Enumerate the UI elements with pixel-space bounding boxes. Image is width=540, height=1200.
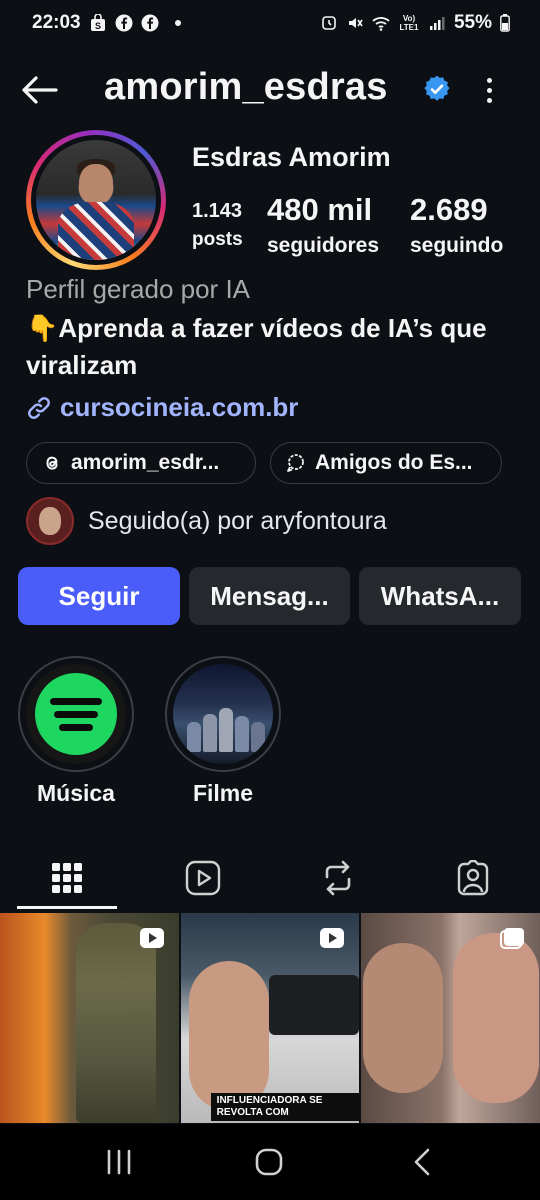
profile-bio: 👇Aprenda a fazer vídeos de IA’s que vira… [26,313,487,380]
system-back-button[interactable] [392,1138,452,1186]
facebook-icon [141,14,159,32]
friends-chip-label: Amigos do Es... [315,451,473,474]
reels-icon [185,860,221,896]
link-icon [28,396,50,419]
follower-avatar [26,497,74,545]
home-button[interactable] [239,1138,299,1186]
status-time: 22:03 [32,12,81,33]
whatsapp-button[interactable]: WhatsA... [359,567,521,625]
tagged-person-icon [457,860,489,896]
highlight-label: Música [37,780,115,806]
chat-bubble-icon [287,454,304,472]
avatar-photo [36,140,156,260]
followed-by-text: Seguido(a) por aryfontoura [88,506,387,535]
profile-avatar[interactable] [26,130,166,270]
system-nav-bar [0,1124,540,1200]
active-tab-indicator [17,906,117,909]
followed-by-row[interactable]: Seguido(a) por aryfontoura [26,496,387,546]
wifi-icon [372,17,390,31]
posts-label: posts [192,229,243,250]
grid-icon [52,863,82,893]
reel-icon [320,928,345,948]
battery-icon [500,14,510,32]
threads-chip[interactable]: amorim_esdr... [26,442,256,484]
mute-icon [348,18,363,28]
posts-count: 1.143 [192,200,243,222]
reel-icon [139,928,164,948]
home-icon [255,1148,283,1176]
battery-percent: 55% [453,12,492,33]
following-count: 2.689 [410,192,488,227]
profile-full-name: Esdras Amorim [192,142,391,172]
spotify-icon [35,673,117,755]
ai-generated-label: Perfil gerado por IA [26,274,251,304]
recent-apps-button[interactable] [89,1138,149,1186]
profile-username: amorim_esdras [104,66,388,108]
threads-icon [46,456,58,470]
chevron-left-icon [414,1148,430,1176]
followers-count: 480 mil [267,192,373,227]
highlight-film[interactable]: Filme [165,656,281,807]
post-thumbnail[interactable]: INFLUENCIADORA SE REVOLTA COM [180,913,360,1123]
post-caption: INFLUENCIADORA SE REVOLTA COM [210,1093,360,1121]
tab-tagged[interactable] [423,846,523,910]
friends-chip[interactable]: Amigos do Es... [270,442,502,484]
tab-reels[interactable] [153,846,253,910]
network-type: Vo) LTE1 [399,14,419,32]
signal-icon [429,17,445,30]
more-vertical-icon [486,77,492,83]
alarm-icon [322,16,336,30]
threads-chip-label: amorim_esdr... [71,451,220,474]
follow-button[interactable]: Seguir [18,567,180,625]
profile-tabs [0,846,540,910]
profile-link-text[interactable]: cursocineia.com.br [60,392,298,423]
arrow-left-icon [22,76,58,104]
recents-icon [107,1149,131,1175]
carousel-icon [500,928,525,949]
repost-icon [325,860,351,896]
film-poster [173,664,273,764]
followers-label: seguidores [267,234,380,257]
notification-dot-icon [174,20,181,26]
profile-link[interactable]: cursocineia.com.br [26,392,298,423]
tab-posts-grid[interactable] [17,846,117,910]
followers-stat[interactable]: 480 mil seguidores [267,192,379,258]
posts-grid: INFLUENCIADORA SE REVOLTA COM [0,913,540,1123]
highlight-label: Filme [192,780,254,806]
tab-reposts[interactable] [288,846,388,910]
profile-header: amorim_esdras [0,62,540,118]
posts-stat[interactable]: 1.143 posts [192,192,243,251]
more-options-button[interactable] [474,70,504,110]
facebook-icon [115,14,133,32]
following-stat[interactable]: 2.689 seguindo [410,192,503,258]
verified-badge-icon [424,76,450,101]
back-button[interactable] [18,70,60,110]
shopping-bag-icon: S [90,14,105,31]
message-button[interactable]: Mensag... [189,567,350,625]
post-thumbnail[interactable] [0,913,179,1123]
status-bar: 22:03 S Vo) LTE1 55% [0,0,540,46]
svg-text:S: S [95,21,101,31]
following-label: seguindo [410,234,504,257]
highlight-music[interactable]: Música [18,656,134,807]
post-thumbnail[interactable] [361,913,540,1123]
